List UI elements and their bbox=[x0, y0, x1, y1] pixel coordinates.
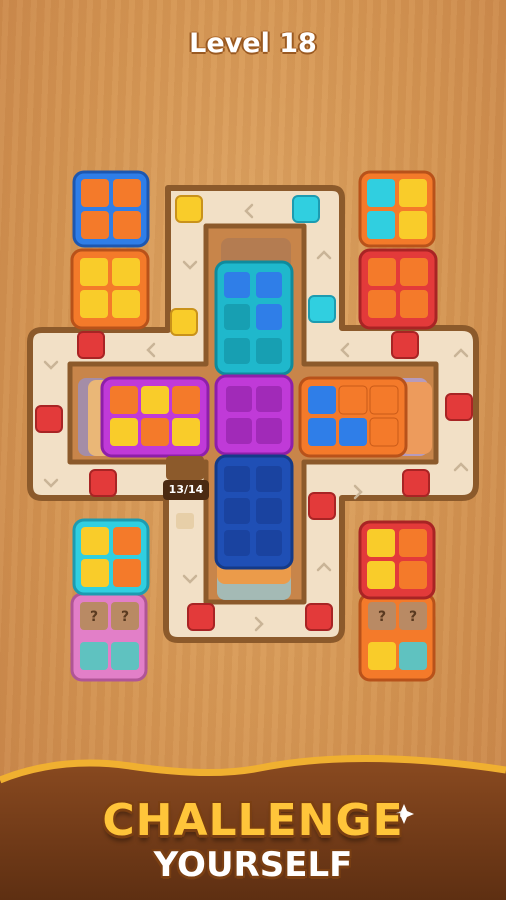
crate-corner-bottom-right[interactable] bbox=[358, 520, 436, 682]
crate-top-center[interactable] bbox=[214, 260, 294, 376]
slot-marker-small bbox=[176, 513, 194, 529]
crate-left[interactable] bbox=[100, 376, 210, 458]
progress-counter: 13/14 bbox=[163, 480, 209, 500]
crate-corner-bottom-left[interactable] bbox=[70, 518, 150, 682]
mystery-mark: ? bbox=[409, 609, 417, 625]
crate-corner-top-left[interactable] bbox=[70, 170, 150, 330]
slot-marker bbox=[166, 456, 204, 480]
crate-right[interactable] bbox=[298, 376, 408, 458]
mystery-mark: ? bbox=[378, 609, 386, 625]
headline-yourself: YOURSELF bbox=[153, 845, 353, 885]
crate-center[interactable] bbox=[214, 374, 294, 456]
mystery-mark: ? bbox=[121, 609, 129, 625]
crate-bottom-center[interactable] bbox=[214, 454, 294, 570]
crate-corner-top-right[interactable] bbox=[358, 170, 438, 330]
headline-challenge: CHALLENGE bbox=[102, 795, 404, 846]
mystery-mark: ? bbox=[90, 609, 98, 625]
game-board: ? ? ? ? bbox=[0, 170, 506, 900]
